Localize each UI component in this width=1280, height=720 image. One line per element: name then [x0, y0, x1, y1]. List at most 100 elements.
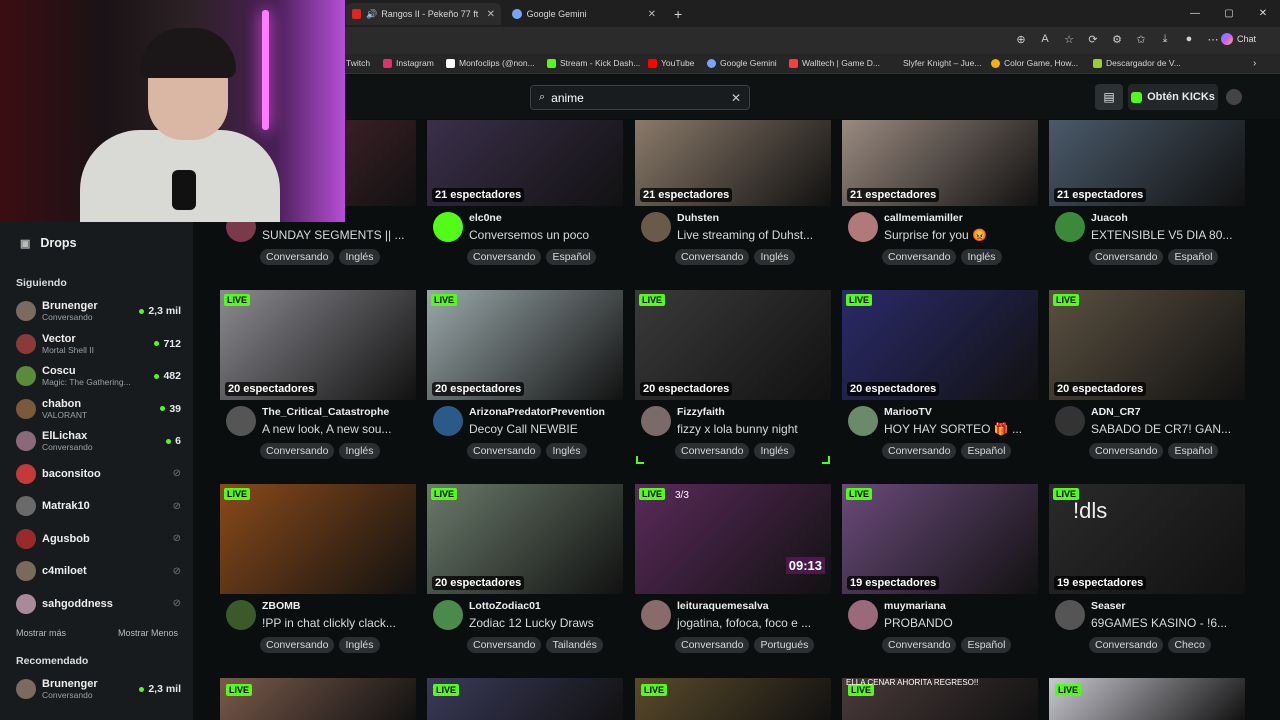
stream-card[interactable]: 21 espectadores Juacoh EXTENSIBLE V5 DIA 8… [1049, 120, 1245, 270]
favorites-icon[interactable]: ✩ [1134, 33, 1148, 46]
stream-tag[interactable]: Portugués [754, 637, 815, 653]
show-more-link[interactable]: Mostrar más [16, 628, 66, 638]
stream-card[interactable]: LIVE 20 espectadores ArizonaPredatorPreven… [427, 290, 623, 464]
stream-card[interactable]: LIVE ZBOMB !PP in chat clickly clack... Con… [220, 484, 416, 658]
streamer-name[interactable]: LottoZodiac01 [469, 600, 541, 612]
stream-tag[interactable]: Inglés [754, 249, 795, 265]
search-input[interactable] [551, 90, 731, 105]
stream-card[interactable]: LIVE 20 espectadores MarioоTV HOY HAY SORTE… [842, 290, 1038, 464]
stream-tag[interactable]: Conversando [675, 249, 750, 265]
bookmark-monfoclips[interactable]: Monfoclips (@non... [446, 58, 535, 68]
stream-thumbnail[interactable]: LIVE ELLA CENAR AHORITA REGRESO!! [842, 678, 1038, 720]
library-button[interactable]: ▤ [1095, 84, 1123, 110]
stream-tag[interactable]: Inglés [339, 249, 380, 265]
stream-thumbnail[interactable]: LIVE [220, 484, 416, 594]
streamer-avatar[interactable] [641, 212, 671, 242]
stream-title[interactable]: !PP in chat clickly clack... [262, 616, 414, 630]
streamer-name[interactable]: Duhsten [677, 212, 719, 224]
download-icon[interactable]: ⤓ [1158, 33, 1172, 46]
stream-title[interactable]: Live streaming of Duhst... [677, 228, 829, 242]
stream-tag[interactable]: Checo [1168, 637, 1211, 653]
stream-tag[interactable]: Conversando [1089, 443, 1164, 459]
streamer-avatar[interactable] [1055, 212, 1085, 242]
bookmark-twitch[interactable]: Twitch [346, 58, 370, 68]
bookmark-walltech[interactable]: Walltech | Game D... [789, 58, 880, 68]
stream-thumbnail[interactable]: 21 espectadores [635, 120, 831, 206]
stream-thumbnail[interactable]: LIVE 20 espectadores [220, 290, 416, 400]
stream-thumbnail[interactable]: LIVE 19 espectadores !dls [1049, 484, 1245, 594]
stream-tag[interactable]: Inglés [339, 637, 380, 653]
sidebar-channel[interactable]: baconsitoo ⊘ [16, 459, 181, 489]
new-tab-button[interactable]: + [668, 3, 688, 25]
streamer-name[interactable]: Seaser [1091, 600, 1125, 612]
streamer-name[interactable]: The_Critical_Catastrophe [262, 406, 389, 418]
sidebar-channel[interactable]: c4miloet ⊘ [16, 556, 181, 586]
stream-card[interactable]: LIVE 20 espectadores The_Critical_Catastro… [220, 290, 416, 464]
sidebar-channel[interactable]: ElLichax Conversando 6 [16, 426, 181, 456]
streamer-name[interactable]: ArizonaPredatorPrevention [469, 406, 605, 418]
stream-card[interactable]: LIVE 20 espectadores LottoZodiac01 Zodiac 1… [427, 484, 623, 658]
stream-title[interactable]: PROBANDO [884, 616, 1036, 630]
streamer-avatar[interactable] [848, 600, 878, 630]
stream-tag[interactable]: Conversando [467, 637, 542, 653]
zoom-icon[interactable]: ⊕ [1014, 33, 1028, 46]
streamer-avatar[interactable] [433, 212, 463, 242]
streamer-name[interactable]: Juacoh [1091, 212, 1128, 224]
stream-thumbnail[interactable]: LIVE 19 espectadores [842, 484, 1038, 594]
stream-card[interactable]: 21 espectadores callmemiamiller Surprise f… [842, 120, 1038, 270]
stream-tag[interactable]: Conversando [260, 249, 335, 265]
bookmark-instagram[interactable]: Instagram [383, 58, 434, 68]
stream-thumbnail[interactable]: LIVE 3/3 09:13 [635, 484, 831, 594]
bookmark-kick-dashboard[interactable]: Stream - Kick Dash... [547, 58, 640, 68]
streamer-avatar[interactable] [848, 212, 878, 242]
stream-tag[interactable]: Conversando [882, 443, 957, 459]
stream-title[interactable]: Decoy Call NEWBIE [469, 422, 621, 436]
stream-tag[interactable]: Inglés [754, 443, 795, 459]
stream-tag[interactable]: Conversando [675, 637, 750, 653]
stream-tag[interactable]: Conversando [1089, 249, 1164, 265]
stream-card[interactable]: LIVE 20 espectadores Fizzyfaith fizzy x lol… [635, 290, 831, 464]
streamer-avatar[interactable] [641, 406, 671, 436]
speaker-icon[interactable]: 🔊 [366, 9, 377, 20]
stream-tag[interactable]: Conversando [882, 249, 957, 265]
streamer-avatar[interactable] [226, 600, 256, 630]
tab-gemini[interactable]: Google Gemini ✕ [506, 3, 662, 25]
stream-thumbnail[interactable]: 21 espectadores [842, 120, 1038, 206]
close-icon[interactable]: ✕ [648, 9, 656, 20]
streamer-name[interactable]: Fizzyfaith [677, 406, 725, 418]
streamer-avatar[interactable] [1055, 600, 1085, 630]
streamer-name[interactable]: leituraquemesalva [677, 600, 769, 612]
stream-tag[interactable]: Conversando [1089, 637, 1164, 653]
streamer-name[interactable]: elc0ne [469, 212, 502, 224]
stream-title[interactable]: 69GAMES KASINO - !6... [1091, 616, 1243, 630]
stream-tag[interactable]: Español [961, 637, 1012, 653]
stream-title[interactable]: Conversemos un poco [469, 228, 621, 242]
stream-thumbnail[interactable]: LIVE 20 espectadores [427, 484, 623, 594]
extensions-icon[interactable]: ⚙ [1110, 33, 1124, 46]
streamer-name[interactable]: MarioоTV [884, 406, 932, 418]
sidebar-channel[interactable]: Agusbob ⊘ [16, 524, 181, 554]
drops-link[interactable]: ▣ Drops [20, 236, 77, 250]
stream-thumbnail[interactable]: LIVE [427, 678, 623, 720]
sidebar-channel[interactable]: chabon VALORANT 39 [16, 394, 181, 424]
streamer-avatar[interactable] [226, 406, 256, 436]
bookmark-gemini[interactable]: Google Gemini [707, 58, 777, 68]
stream-tag[interactable]: Conversando [260, 637, 335, 653]
read-aloud-icon[interactable]: A [1038, 33, 1052, 46]
stream-card[interactable]: 21 espectadores Duhsten Live streaming of … [635, 120, 831, 270]
stream-tag[interactable]: Conversando [467, 443, 542, 459]
sidebar-channel[interactable]: Coscu Magic: The Gathering... 482 [16, 361, 181, 391]
minimize-button[interactable]: — [1178, 0, 1212, 27]
stream-tag[interactable]: Conversando [467, 249, 542, 265]
stream-card[interactable]: LIVE 19 espectadores !dls Seaser 69GAMES KAS… [1049, 484, 1245, 658]
stream-tag[interactable]: Español [961, 443, 1012, 459]
more-icon[interactable]: ⋯ [1206, 33, 1220, 46]
stream-thumbnail[interactable]: LIVE 20 espectadores [427, 290, 623, 400]
stream-tag[interactable]: Inglés [339, 443, 380, 459]
stream-thumbnail[interactable]: 21 espectadores [1049, 120, 1245, 206]
stream-title[interactable]: Zodiac 12 Lucky Draws [469, 616, 621, 630]
bookmark-color-game[interactable]: Color Game, How... [991, 58, 1078, 68]
stream-thumbnail[interactable]: LIVE 20 espectadores [635, 290, 831, 400]
streamer-name[interactable]: callmemiamiller [884, 212, 963, 224]
stream-card[interactable]: LIVE 3/3 09:13 leituraquemesalva jogatina, f… [635, 484, 831, 658]
